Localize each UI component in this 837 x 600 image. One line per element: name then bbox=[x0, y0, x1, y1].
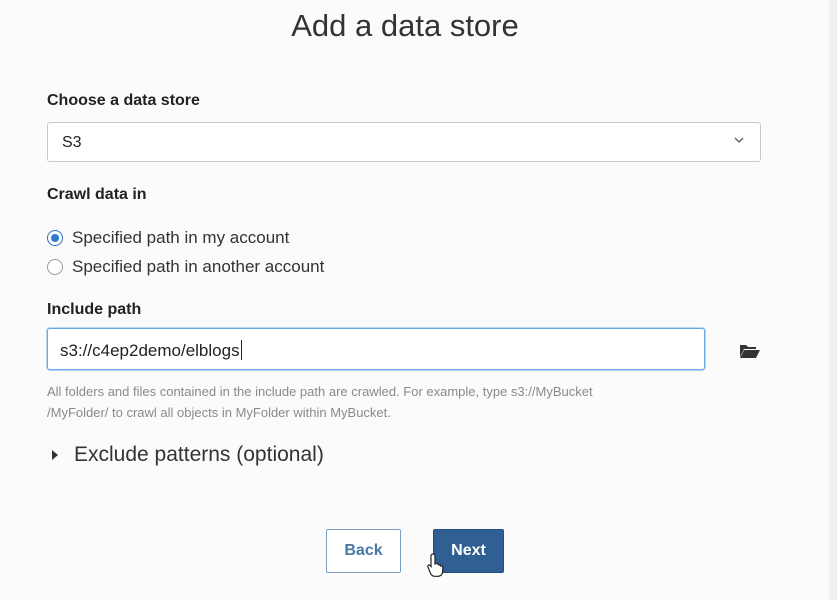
radio-label-another-account: Specified path in another account bbox=[72, 257, 325, 276]
exclude-patterns-label: Exclude patterns (optional) bbox=[74, 443, 324, 466]
crawl-data-label: Crawl data in bbox=[47, 186, 147, 203]
caret-right-icon bbox=[52, 450, 58, 460]
exclude-patterns-toggle[interactable]: Exclude patterns (optional) bbox=[52, 443, 324, 467]
radio-button-unchecked[interactable] bbox=[47, 259, 63, 275]
hand-pointer-icon bbox=[427, 553, 444, 577]
folder-open-icon[interactable] bbox=[739, 343, 761, 359]
help-line-2: /MyFolder/ to crawl all objects in MyFol… bbox=[47, 405, 391, 420]
radio-option-another-account[interactable]: Specified path in another account bbox=[47, 257, 324, 277]
chevron-down-icon bbox=[734, 137, 744, 144]
include-path-help-text: All folders and files contained in the i… bbox=[47, 381, 747, 423]
data-store-select[interactable]: S3 bbox=[47, 122, 761, 162]
add-data-store-page bbox=[0, 0, 837, 600]
include-path-input[interactable]: s3://c4ep2demo/elblogs bbox=[47, 328, 705, 370]
radio-label-my-account: Specified path in my account bbox=[72, 228, 290, 247]
data-store-selected-value: S3 bbox=[62, 134, 82, 151]
radio-button-checked[interactable] bbox=[47, 230, 63, 246]
data-store-label: Choose a data store bbox=[47, 92, 200, 109]
help-line-1: All folders and files contained in the i… bbox=[47, 384, 593, 399]
include-path-value: s3://c4ep2demo/elblogs bbox=[60, 340, 242, 360]
include-path-label: Include path bbox=[47, 301, 142, 318]
page-title: Add a data store bbox=[291, 8, 519, 43]
back-button[interactable]: Back bbox=[326, 529, 401, 573]
radio-option-my-account[interactable]: Specified path in my account bbox=[47, 228, 289, 248]
right-edge-shade bbox=[829, 0, 837, 600]
